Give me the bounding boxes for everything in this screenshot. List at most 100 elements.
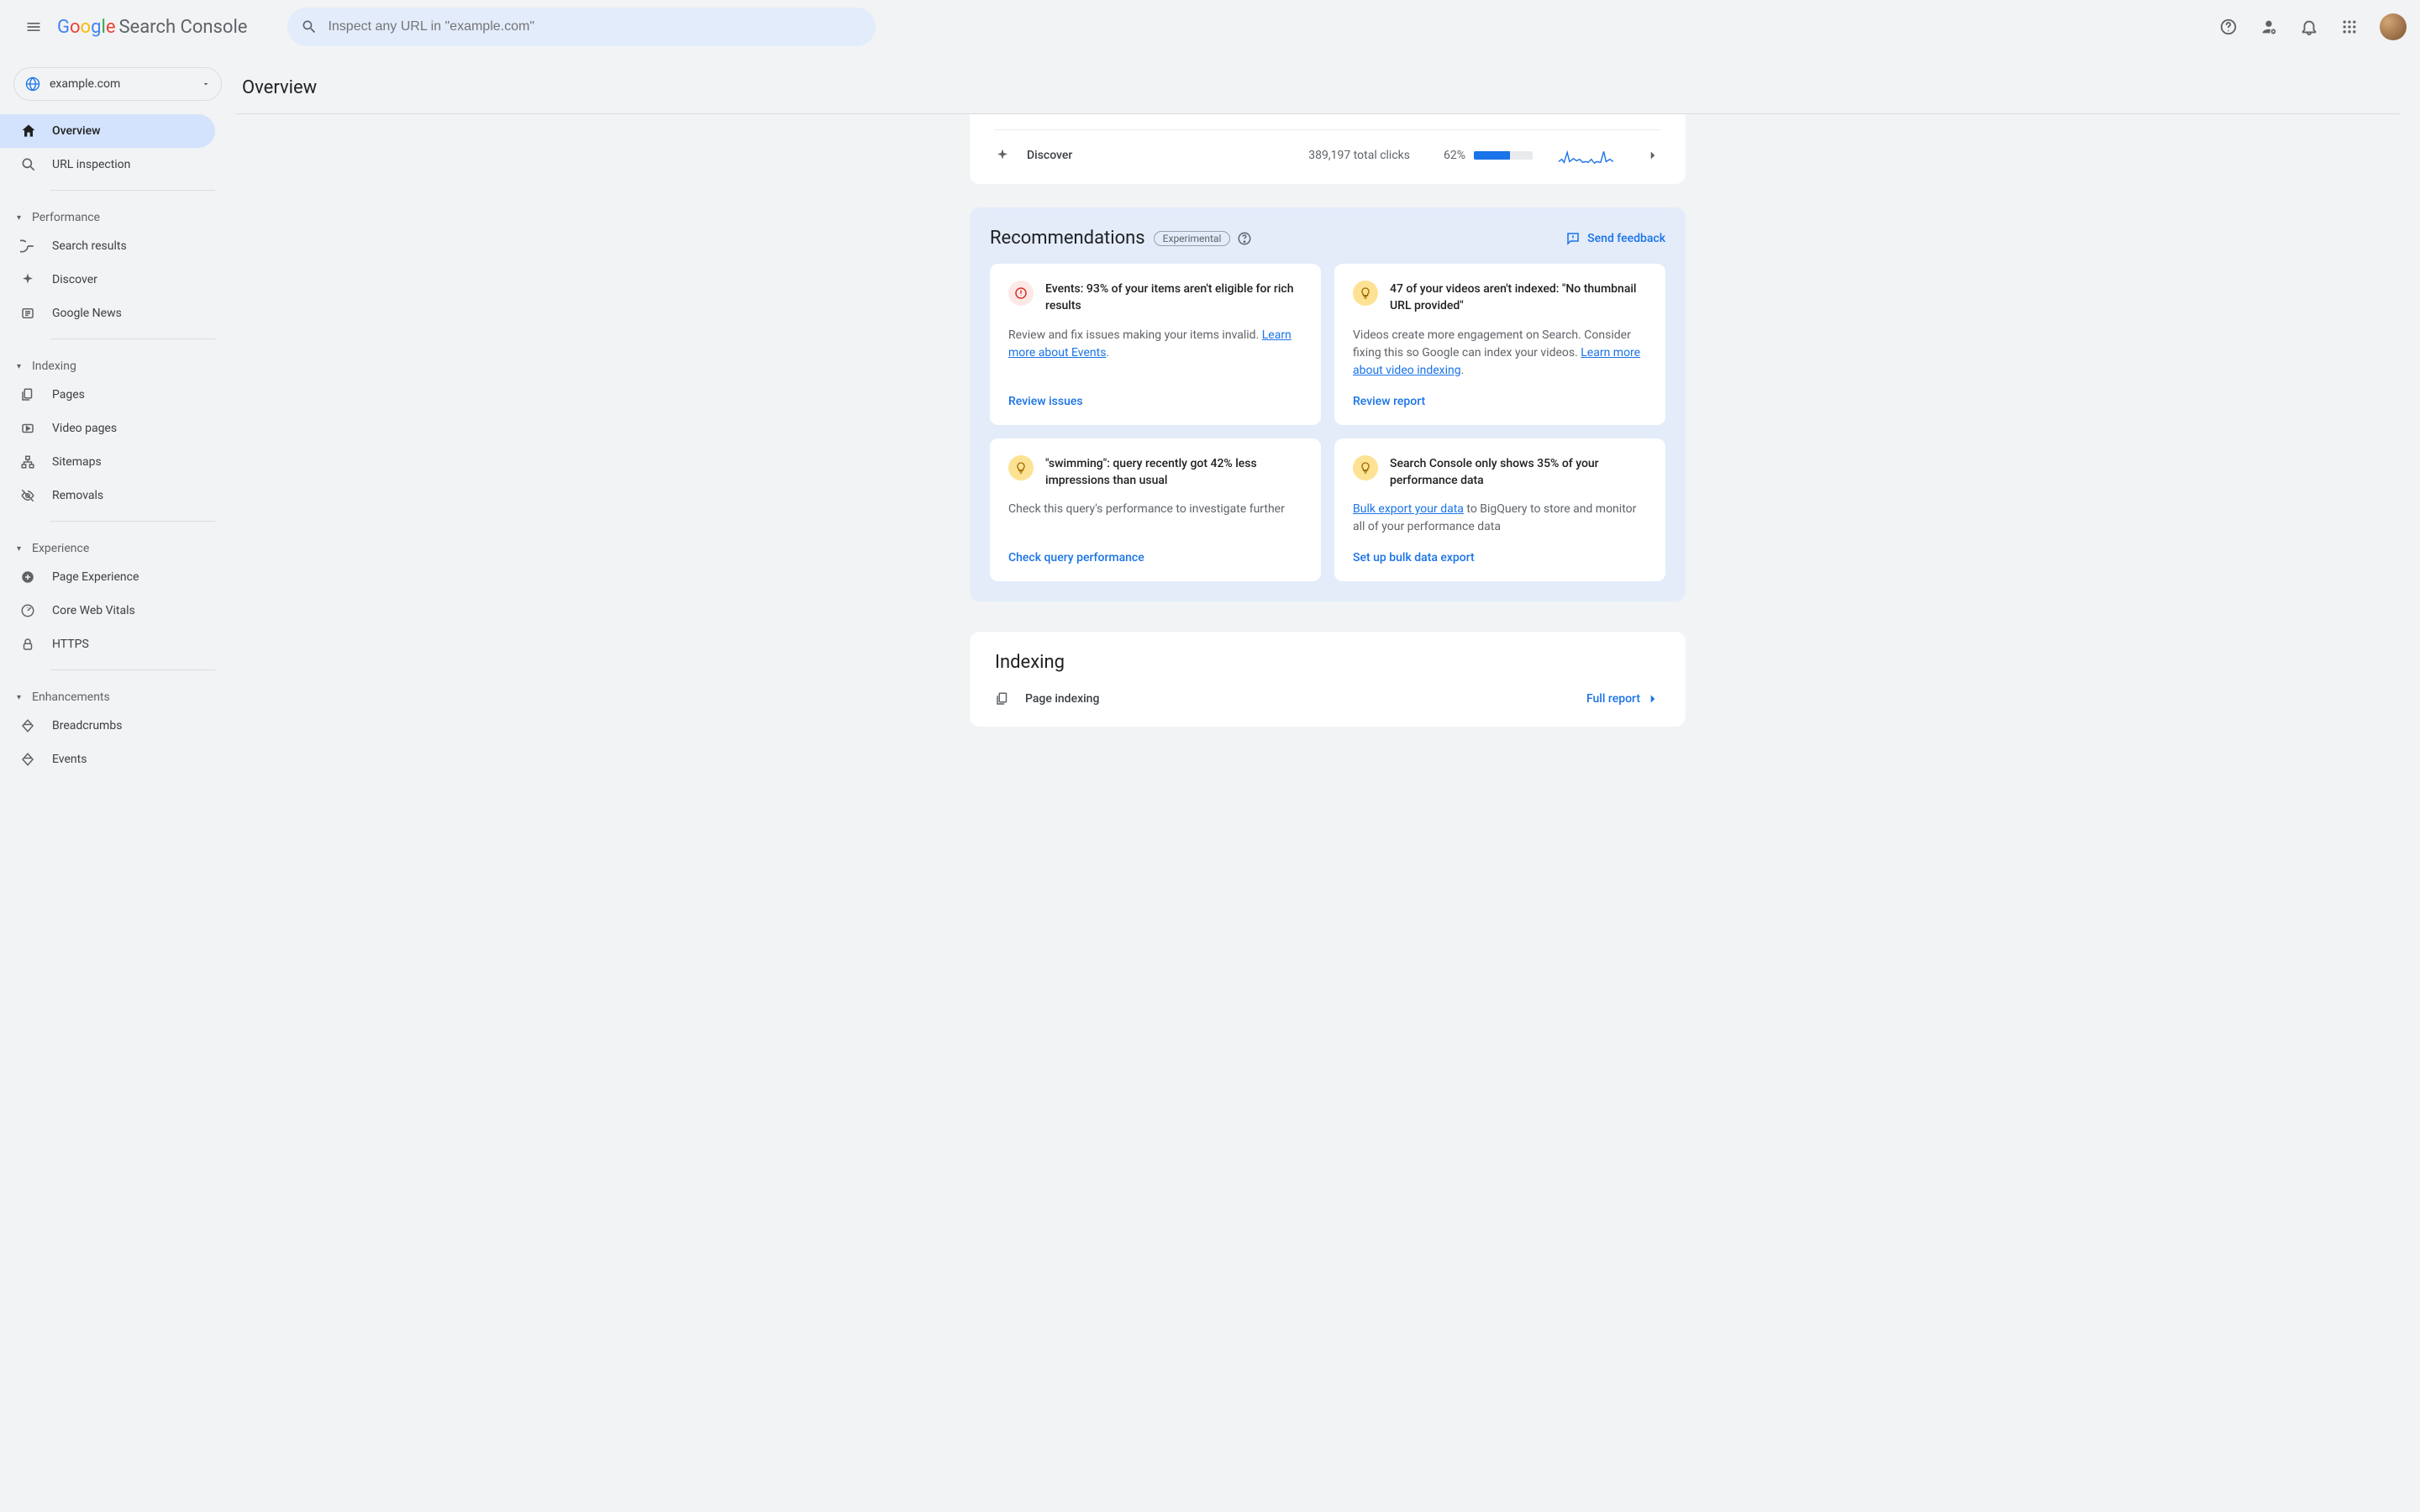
send-feedback-link[interactable]: Send feedback	[1565, 231, 1665, 246]
diamond-icon	[20, 718, 35, 733]
gauge-icon	[20, 603, 35, 618]
reco-card-title: Search Console only shows 35% of your pe…	[1390, 455, 1647, 490]
nav-core-web-vitals[interactable]: Core Web Vitals	[0, 594, 215, 627]
notifications-button[interactable]	[2292, 10, 2326, 44]
lightbulb-icon	[1353, 455, 1378, 480]
discover-row[interactable]: Discover 389,197 total clicks 62%	[995, 145, 1660, 165]
pages-icon	[20, 387, 35, 402]
nav-label: Events	[52, 753, 87, 766]
recommendation-card: 47 of your videos aren't indexed: "No th…	[1334, 264, 1665, 425]
search-input[interactable]	[328, 19, 862, 34]
lock-icon	[20, 637, 35, 652]
pages-icon	[995, 691, 1010, 706]
diamond-icon	[20, 752, 35, 767]
help-icon	[1237, 231, 1252, 246]
news-icon	[20, 306, 35, 321]
reco-action-link[interactable]: Review report	[1353, 380, 1647, 408]
reco-card-title: "swimming": query recently got 42% less …	[1045, 455, 1302, 490]
hamburger-icon	[25, 18, 42, 35]
nav-label: Overview	[52, 124, 100, 138]
nav-pages[interactable]: Pages	[0, 378, 215, 412]
full-report-link[interactable]: Full report	[1586, 691, 1660, 706]
page-indexing-row[interactable]: Page indexing Full report	[995, 691, 1660, 706]
nav-url-inspection[interactable]: URL inspection	[0, 148, 215, 181]
nav-removals[interactable]: Removals	[0, 479, 215, 512]
property-selector[interactable]: example.com	[13, 67, 222, 101]
nav-video-pages[interactable]: Video pages	[0, 412, 215, 445]
nav-breadcrumbs[interactable]: Breadcrumbs	[0, 709, 215, 743]
reco-action-link[interactable]: Review issues	[1008, 380, 1302, 408]
logo[interactable]: Google Search Console	[57, 17, 247, 38]
nav-discover[interactable]: Discover	[0, 263, 215, 297]
reco-inline-link[interactable]: Learn more about video indexing	[1353, 346, 1640, 377]
sparkle-icon	[20, 272, 35, 287]
reco-card-title: 47 of your videos aren't indexed: "No th…	[1390, 281, 1647, 315]
main-content: Overview Discover 389,197 total clicks 6…	[235, 54, 2420, 1512]
reco-card-body: Check this query's performance to invest…	[1008, 501, 1302, 518]
reco-card-body: Review and fix issues making your items …	[1008, 327, 1302, 362]
nav-events[interactable]: Events	[0, 743, 215, 776]
feedback-icon	[1565, 231, 1581, 246]
bell-icon	[2300, 18, 2318, 36]
nav-page-experience[interactable]: Page Experience	[0, 560, 215, 594]
nav-label: URL inspection	[52, 158, 130, 171]
nav-sitemaps[interactable]: Sitemaps	[0, 445, 215, 479]
discover-clicks: 389,197 total clicks	[1308, 149, 1410, 162]
nav-label: Breadcrumbs	[52, 719, 122, 732]
chevron-down-icon: ▾	[17, 693, 27, 702]
nav-label: Discover	[52, 273, 97, 286]
video-icon	[20, 421, 35, 436]
indexing-section: Indexing Page indexing Full report	[970, 632, 1686, 727]
nav-label: Core Web Vitals	[52, 604, 135, 617]
nav-section-experience[interactable]: ▾ Experience	[0, 530, 235, 560]
discover-label: Discover	[1027, 149, 1308, 162]
reco-help-button[interactable]	[1237, 231, 1252, 246]
main-menu-button[interactable]	[13, 7, 54, 47]
reco-card-title: Events: 93% of your items aren't eligibl…	[1045, 281, 1302, 315]
sparkle-icon	[995, 148, 1010, 163]
person-gear-icon	[2260, 18, 2278, 36]
url-inspect-searchbar[interactable]	[287, 8, 876, 46]
nav-label: HTTPS	[52, 638, 89, 651]
nav-label: Sitemaps	[52, 455, 102, 469]
product-name: Search Console	[118, 17, 247, 38]
page-title: Overview	[235, 77, 2400, 98]
nav-https[interactable]: HTTPS	[0, 627, 215, 661]
nav-label: Removals	[52, 489, 103, 502]
chevron-down-icon: ▾	[17, 544, 27, 554]
reco-card-body: Videos create more engagement on Search.…	[1353, 327, 1647, 380]
reco-inline-link[interactable]: Learn more about Events	[1008, 328, 1292, 360]
recommendations-title: Recommendations	[990, 228, 1145, 249]
reco-action-link[interactable]: Check query performance	[1008, 536, 1302, 564]
nav-section-indexing[interactable]: ▾ Indexing	[0, 348, 235, 378]
account-avatar[interactable]	[2380, 13, 2407, 40]
nav-section-enhancements[interactable]: ▾ Enhancements	[0, 679, 235, 709]
nav-section-performance[interactable]: ▾ Performance	[0, 199, 235, 229]
error-icon	[1008, 281, 1034, 306]
chevron-right-icon[interactable]	[1645, 148, 1660, 163]
recommendation-card: Events: 93% of your items aren't eligibl…	[990, 264, 1321, 425]
nav-search-results[interactable]: Search results	[0, 229, 215, 263]
removals-icon	[20, 488, 35, 503]
nav-overview[interactable]: Overview	[0, 114, 215, 148]
magnifier-icon	[20, 156, 37, 173]
google-logo-text: Google	[57, 17, 115, 38]
nav-label: Video pages	[52, 422, 117, 435]
dropdown-arrow-icon	[201, 79, 211, 89]
nav-label: Pages	[52, 388, 85, 402]
g-icon	[20, 239, 35, 254]
reco-inline-link[interactable]: Bulk export your data	[1353, 502, 1464, 516]
lightbulb-icon	[1353, 281, 1378, 306]
nav-google-news[interactable]: Google News	[0, 297, 215, 330]
apps-grid-icon	[2341, 18, 2358, 35]
nav-label: Page Experience	[52, 570, 139, 584]
globe-icon	[24, 76, 41, 92]
recommendation-card: "swimming": query recently got 42% less …	[990, 438, 1321, 582]
discover-progress	[1474, 151, 1533, 160]
manage-users-button[interactable]	[2252, 10, 2286, 44]
apps-button[interactable]	[2333, 10, 2366, 44]
recommendation-card: Search Console only shows 35% of your pe…	[1334, 438, 1665, 582]
reco-action-link[interactable]: Set up bulk data export	[1353, 536, 1647, 564]
nav-label: Google News	[52, 307, 122, 320]
help-button[interactable]	[2212, 10, 2245, 44]
